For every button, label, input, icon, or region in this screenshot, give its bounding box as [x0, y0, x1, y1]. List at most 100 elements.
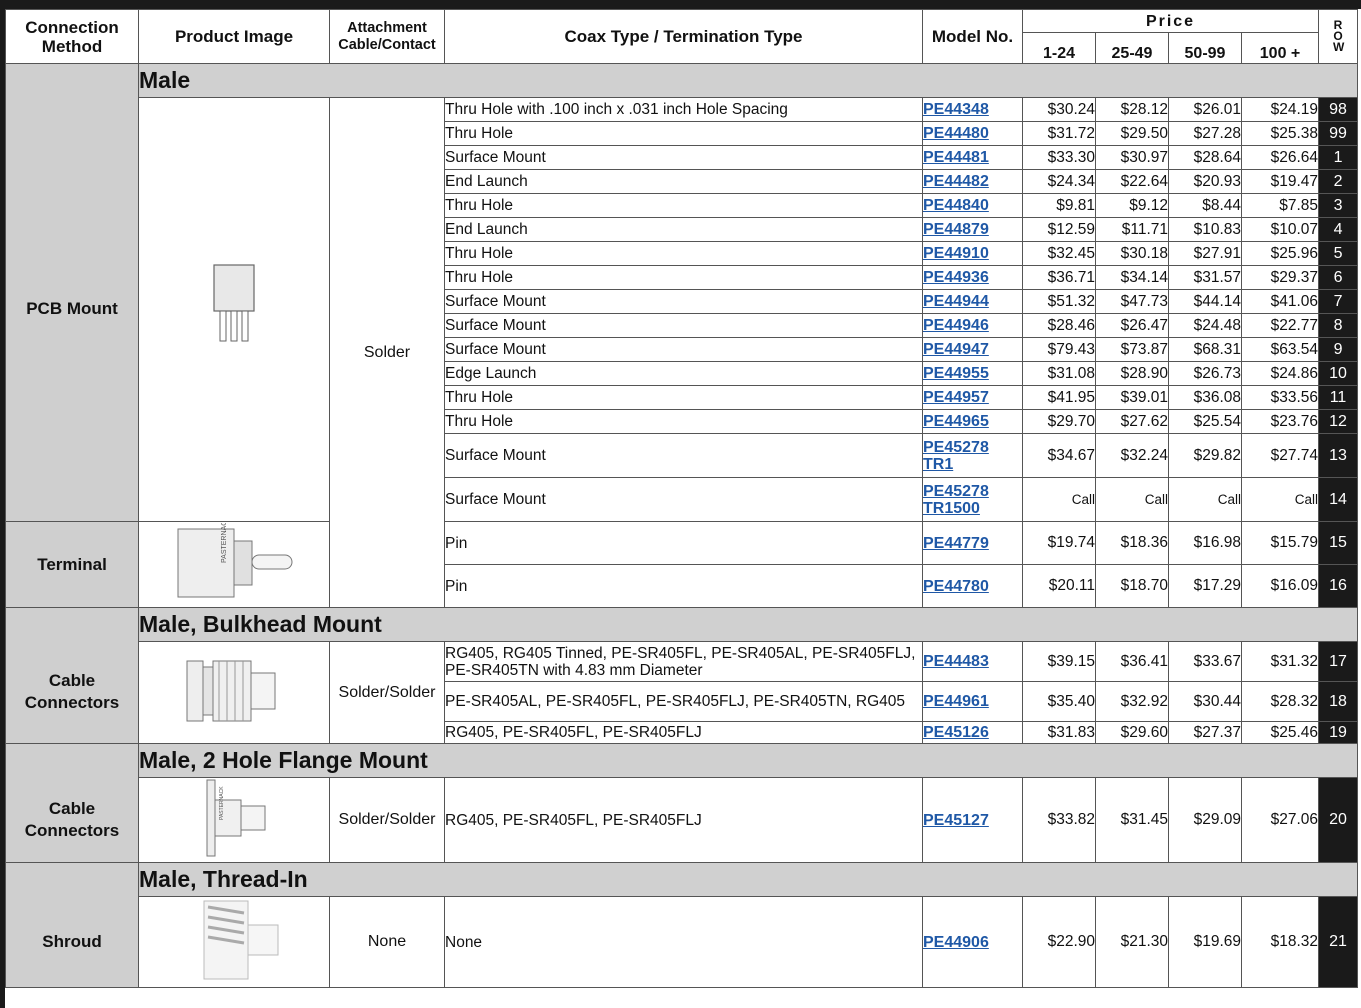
model-link[interactable]: PE44936 [924, 269, 989, 286]
model-cell: PE44840 [922, 193, 1023, 218]
model-link[interactable]: PE44944 [924, 293, 989, 310]
section-title: Male, Thread-In [137, 862, 1359, 897]
model-link[interactable]: PE44481 [924, 149, 989, 166]
model-link[interactable]: PE44483 [924, 653, 989, 670]
price-cell: $24.86 [1240, 361, 1320, 386]
model-link[interactable]: PE44780 [924, 578, 989, 595]
terminal-connector-icon: PASTERNACK [164, 523, 304, 607]
price-cell: $29.09 [1168, 777, 1242, 863]
model-link[interactable]: PE44840 [924, 197, 989, 214]
model-link[interactable]: PE44348 [924, 101, 989, 118]
row-number: 8 [1318, 313, 1359, 338]
header-coax-type: Coax Type / Termination Type [444, 9, 923, 64]
table-row: Terminal PASTERNACK Pin PE44779 $19.74 $18.36… [5, 521, 1359, 608]
price-cell: $39.01 [1095, 385, 1169, 410]
price-cell: $68.31 [1168, 337, 1242, 362]
model-link[interactable]: PE44955 [924, 365, 989, 382]
model-link[interactable]: PE44961 [924, 693, 989, 710]
model-cell: PE44480 [922, 121, 1023, 146]
model-link[interactable]: PE44480 [924, 125, 989, 142]
price-cell: $18.32 [1240, 896, 1320, 988]
price-cell: $39.15 [1022, 641, 1096, 682]
price-cell: $47.73 [1095, 289, 1169, 314]
price-cell: $34.14 [1095, 265, 1169, 290]
model-link[interactable]: PE44879 [924, 221, 989, 238]
coax-type-cell: Pin [444, 564, 923, 608]
price-cell: $27.28 [1168, 121, 1242, 146]
price-cell: Call [1168, 477, 1242, 522]
section-method-spacer [5, 743, 139, 778]
price-cell: $34.67 [1022, 433, 1096, 478]
price-cell: $19.47 [1240, 169, 1320, 194]
price-cell: $29.37 [1240, 265, 1320, 290]
model-link[interactable]: PE44947 [924, 341, 989, 358]
price-cell: $51.32 [1022, 289, 1096, 314]
flange-brand-text: PASTERNACK [219, 786, 225, 820]
price-cell: $31.32 [1240, 641, 1320, 682]
row-number: 18 [1318, 681, 1359, 722]
section-header-row: Male, Bulkhead Mount [5, 607, 1359, 642]
price-cell: $29.70 [1022, 409, 1096, 434]
section-title: Male, 2 Hole Flange Mount [137, 743, 1359, 778]
model-link[interactable]: PE45126 [924, 724, 989, 741]
catalog-page: Connection Method Product Image Attachme… [0, 0, 1361, 1008]
row-number: 19 [1318, 721, 1359, 744]
price-cell: $27.06 [1240, 777, 1320, 863]
header-connection-method: Connection Method [5, 9, 139, 64]
row-number: 3 [1318, 193, 1359, 218]
price-cell: $25.38 [1240, 121, 1320, 146]
product-image [138, 97, 330, 522]
price-cell: $10.07 [1240, 217, 1320, 242]
attachment-cell: None [329, 896, 445, 988]
row-number: 13 [1318, 433, 1359, 478]
price-cell: $79.43 [1022, 337, 1096, 362]
coax-type-cell: Pin [444, 521, 923, 565]
model-cell: PE44483 [922, 641, 1023, 682]
price-cell: $20.11 [1022, 564, 1096, 608]
model-link[interactable]: PE45127 [924, 812, 989, 829]
price-cell: $30.18 [1095, 241, 1169, 266]
section-method-spacer [5, 607, 139, 642]
header-price: Price [1021, 9, 1320, 33]
price-cell: $32.45 [1022, 241, 1096, 266]
price-cell: $31.45 [1095, 777, 1169, 863]
table-row: Shroud None None PE44906 $22.90 $21.30 $19.69 $… [5, 896, 1359, 988]
price-cell: $11.71 [1095, 217, 1169, 242]
price-cell: $28.64 [1168, 145, 1242, 170]
price-cell: $35.40 [1022, 681, 1096, 722]
price-cell: $22.64 [1095, 169, 1169, 194]
model-link[interactable]: PE44482 [924, 173, 989, 190]
model-link[interactable]: PE44910 [924, 245, 989, 262]
header-row-label: R O W [1333, 18, 1345, 54]
price-cell: $73.87 [1095, 337, 1169, 362]
model-link[interactable]: PE44965 [924, 413, 989, 430]
connection-method: Cable Connectors [5, 777, 139, 863]
coax-type-cell: Thru Hole [444, 241, 923, 266]
model-cell: PE44947 [922, 337, 1023, 362]
coax-type-cell: None [444, 896, 923, 988]
price-cell: $27.37 [1168, 721, 1242, 744]
model-link[interactable]: PE44957 [924, 389, 989, 406]
price-cell: $33.30 [1022, 145, 1096, 170]
model-cell: PE44780 [922, 564, 1023, 608]
row-number: 12 [1318, 409, 1359, 434]
row-number: 7 [1318, 289, 1359, 314]
price-cell: $26.47 [1095, 313, 1169, 338]
model-cell: PE44879 [922, 217, 1023, 242]
row-number: 1 [1318, 145, 1359, 170]
row-number: 14 [1318, 477, 1359, 522]
model-cell: PE45127 [922, 777, 1023, 863]
model-link[interactable]: PE45278 TR1 [924, 439, 989, 473]
price-cell: $26.64 [1240, 145, 1320, 170]
section-header-row: Male, Thread-In [5, 862, 1359, 897]
model-link[interactable]: PE44946 [924, 317, 989, 334]
model-link[interactable]: PE44779 [924, 535, 989, 552]
coax-type-cell: Thru Hole [444, 385, 923, 410]
coax-type-cell: Thru Hole [444, 121, 923, 146]
model-link[interactable]: PE45278 TR1500 [924, 483, 989, 517]
price-cell: $26.73 [1168, 361, 1242, 386]
row-number: 98 [1318, 97, 1359, 122]
price-cell: Call [1095, 477, 1169, 522]
model-link[interactable]: PE44906 [924, 934, 989, 951]
coax-type-cell: Thru Hole [444, 193, 923, 218]
